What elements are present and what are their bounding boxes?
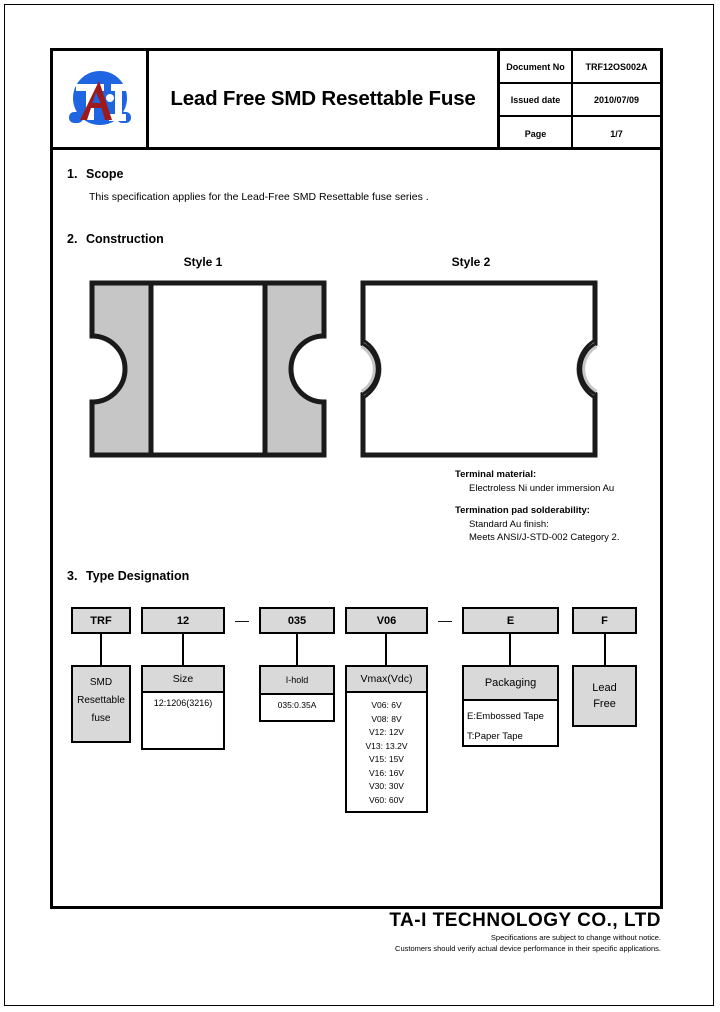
descriptor-packaging: Packaging E:Embossed Tape T:Paper Tape: [462, 665, 559, 747]
descriptor-ihold-body: 035:0.35A: [277, 700, 317, 710]
table-row: Document No TRF12OS002A: [500, 51, 660, 84]
descriptor-vmax-list: V06: 6V V08: 8V V12: 12V V13: 13.2V V15:…: [347, 693, 426, 807]
document-header: Lead Free SMD Resettable Fuse Document N…: [53, 51, 660, 150]
list-item: V06: 6V: [371, 700, 402, 710]
document-footer: TA-I TECHNOLOGY CO., LTD Specifications …: [50, 910, 663, 954]
disclaimer-line-1: Specifications are subject to change wit…: [490, 933, 661, 942]
list-item: T:Paper Tape: [467, 731, 523, 742]
title-cell: Lead Free SMD Resettable Fuse: [149, 51, 500, 147]
descriptor-vmax: Vmax(Vdc) V06: 6V V08: 8V V12: 12V V13: …: [345, 665, 428, 813]
ta-i-logo-icon: [63, 62, 137, 136]
code-box-size: 12: [141, 607, 225, 634]
disclaimer-line-2: Customers should verify actual device pe…: [395, 944, 661, 953]
connector-line-size: [182, 634, 184, 665]
separator-dash-2: —: [438, 612, 452, 628]
descriptor-ihold: I-hold 035:0.35A: [259, 665, 335, 722]
list-item: V16: 16V: [369, 767, 404, 778]
descriptor-leadfree-line-2: Free: [593, 698, 616, 710]
connector-line-vmax: [385, 634, 387, 665]
code-box-leadfree: F: [572, 607, 637, 634]
connector-line-ihold: [296, 634, 298, 665]
type-designation-diagram: TRF 12 — 035 V06 — E F SMD Resettable fu…: [53, 150, 660, 906]
code-box-vmax: V06: [345, 607, 428, 634]
descriptor-ihold-head: I-hold: [261, 667, 333, 695]
page-label: Page: [500, 117, 573, 150]
document-content-frame: Lead Free SMD Resettable Fuse Document N…: [50, 48, 663, 909]
list-item: V15: 15V: [369, 754, 404, 764]
table-row: Issued date 2010/07/09: [500, 84, 660, 117]
descriptor-trf-line-1: SMD: [89, 677, 113, 688]
list-item: E:Embossed Tape: [467, 711, 544, 722]
document-no-label: Document No: [500, 51, 573, 82]
list-item: V08: 8V: [371, 713, 402, 724]
page-value: 1/7: [610, 128, 623, 139]
descriptor-size-head: Size: [143, 667, 223, 693]
document-info-table: Document No TRF12OS002A Issued date 2010…: [500, 51, 660, 150]
list-item: V12: 12V: [369, 727, 404, 737]
code-box-ihold: 035: [259, 607, 335, 634]
descriptor-leadfree: Lead Free: [572, 665, 637, 727]
descriptor-vmax-head: Vmax(Vdc): [347, 667, 426, 693]
issued-date-value: 2010/07/09: [593, 94, 640, 105]
descriptor-trf-line-3: fuse: [91, 713, 111, 724]
descriptor-packaging-head: Packaging: [464, 667, 557, 701]
document-body: 1. Scope This specification applies for t…: [53, 150, 660, 906]
code-box-trf: TRF: [71, 607, 131, 634]
separator-dash-1: —: [235, 612, 249, 628]
issued-date-label: Issued date: [500, 84, 573, 115]
list-item: V60: 60V: [369, 794, 404, 805]
code-box-packaging: E: [462, 607, 559, 634]
list-item: V30: 30V: [369, 781, 404, 791]
descriptor-trf-line-2: Resettable: [77, 695, 125, 706]
logo-cell: [53, 51, 149, 147]
descriptor-packaging-body: E:Embossed Tape T:Paper Tape: [464, 701, 557, 747]
page-title: Lead Free SMD Resettable Fuse: [170, 87, 476, 110]
connector-line-leadfree: [604, 634, 606, 665]
connector-line-trf: [100, 634, 102, 665]
table-row: Page 1/7: [500, 117, 660, 150]
document-no-value: TRF12OS002A: [585, 61, 648, 72]
connector-line-packaging: [509, 634, 511, 665]
descriptor-leadfree-line-1: Lead: [592, 682, 617, 694]
descriptor-size: Size 12:1206(3216): [141, 665, 225, 750]
descriptor-trf: SMD Resettable fuse: [71, 665, 131, 743]
company-name: TA-I TECHNOLOGY CO., LTD: [389, 910, 661, 931]
list-item: V13: 13.2V: [365, 740, 408, 751]
descriptor-size-body: 12:1206(3216): [153, 698, 213, 708]
